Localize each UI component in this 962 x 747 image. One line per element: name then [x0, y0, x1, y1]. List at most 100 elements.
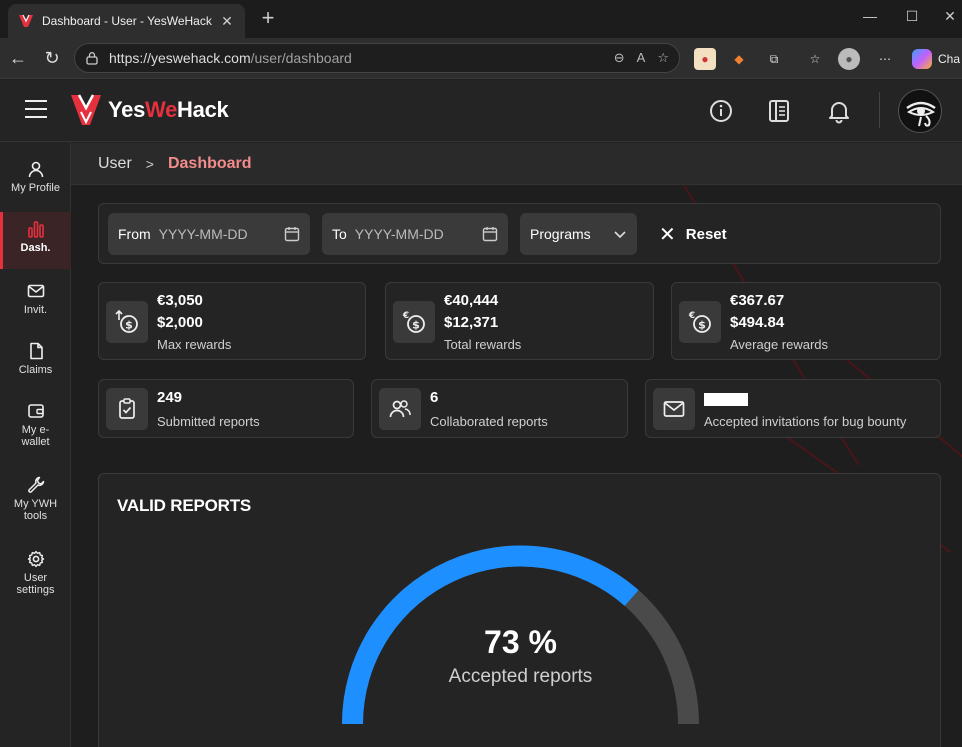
breadcrumb: User > Dashboard: [71, 143, 962, 185]
average-reward-usd: $494.84: [730, 314, 785, 331]
close-icon: ✕: [659, 224, 676, 246]
average-rewards-label: Average rewards: [730, 337, 829, 352]
more-menu-icon[interactable]: ⋯: [874, 48, 896, 70]
total-rewards-label: Total rewards: [444, 337, 522, 352]
user-icon: [28, 161, 43, 178]
submitted-reports-card: 249 Submitted reports: [98, 379, 354, 438]
total-rewards-card: $ € €40,444 $12,371 Total rewards: [385, 282, 654, 360]
sidebar-item-label: My YWH: [13, 498, 58, 510]
collaborated-reports-count: 6: [430, 389, 439, 406]
new-tab-icon[interactable]: +: [256, 6, 280, 30]
favorites-icon[interactable]: ☆: [804, 48, 826, 70]
close-tab-icon[interactable]: ✕: [219, 13, 235, 30]
sidebar-item-claims[interactable]: Claims: [0, 342, 71, 386]
logo-wordmark: YesWeHack: [108, 97, 229, 122]
calendar-icon[interactable]: [284, 226, 300, 242]
browser-tab[interactable]: Dashboard - User - YesWeHack ✕: [8, 4, 245, 38]
zoom-icon[interactable]: ⊖: [614, 50, 625, 66]
money-up-icon: $: [106, 301, 148, 343]
users-icon: [379, 388, 421, 430]
yeswehack-logo[interactable]: YesWeHack: [70, 92, 229, 128]
sidebar-item-label: settings: [16, 584, 55, 596]
programs-select[interactable]: Programs: [520, 213, 637, 255]
browser-toolbar: ← ↻ https://yeswehack.com/user/dashboard…: [0, 38, 962, 79]
back-icon[interactable]: ←: [8, 48, 28, 68]
copilot-button[interactable]: Cha: [912, 48, 962, 70]
sidebar-item-invitations[interactable]: Invit.: [0, 282, 71, 326]
extension-metamask-icon[interactable]: ◆: [728, 48, 750, 70]
accepted-reports-label: Accepted reports: [448, 666, 593, 687]
sidebar-item-my-ywh-tools[interactable]: My YWH tools: [0, 476, 71, 534]
total-reward-usd: $12,371: [444, 314, 499, 331]
clipboard-check-icon: [106, 388, 148, 430]
user-avatar[interactable]: [898, 89, 942, 133]
notifications-bell-icon[interactable]: [826, 98, 852, 124]
dashboard-main: From YYYY-MM-DD To YYYY-MM-DD Programs ✕…: [71, 185, 962, 747]
sidebar-item-label: tools: [23, 510, 48, 522]
wrench-icon: [27, 476, 44, 493]
filter-bar: From YYYY-MM-DD To YYYY-MM-DD Programs ✕…: [98, 203, 941, 264]
reset-button[interactable]: ✕ Reset: [659, 222, 727, 247]
sidebar-item-my-profile[interactable]: My Profile: [0, 160, 71, 206]
sidebar-item-label: My Profile: [11, 182, 60, 194]
collaborated-reports-label: Collaborated reports: [430, 414, 548, 429]
read-aloud-icon[interactable]: A: [637, 50, 646, 66]
header-divider: [879, 92, 880, 128]
submitted-reports-count: 249: [157, 389, 183, 406]
from-date-field[interactable]: From YYYY-MM-DD: [108, 213, 310, 255]
help-info-icon[interactable]: [708, 98, 734, 124]
maximize-icon[interactable]: ☐: [902, 8, 922, 25]
extension-popcorn-icon[interactable]: ●: [694, 48, 716, 70]
favorite-star-icon[interactable]: ☆: [657, 50, 669, 66]
documentation-book-icon[interactable]: [766, 98, 792, 124]
sidebar-nav: My Profile Dash. Invit. Claims My e- wal…: [0, 142, 71, 747]
tab-title: Dashboard - User - YesWeHack: [42, 14, 212, 28]
average-rewards-card: $ € €367.67 $494.84 Average rewards: [671, 282, 941, 360]
bar-chart-icon: [27, 221, 44, 238]
accepted-percent: 73 %: [484, 624, 557, 660]
profile-icon[interactable]: ●: [838, 48, 860, 70]
envelope-icon: [653, 388, 695, 430]
sidebar-item-label: Dash.: [20, 242, 51, 254]
money-average-icon: $ €: [679, 301, 721, 343]
chevron-down-icon: [614, 231, 626, 239]
breadcrumb-user-link[interactable]: User: [98, 155, 132, 173]
copilot-icon: [912, 49, 932, 69]
money-exchange-icon: $ €: [393, 301, 435, 343]
document-icon: [29, 342, 43, 360]
breadcrumb-current: Dashboard: [167, 154, 252, 172]
average-reward-eur: €367.67: [730, 292, 785, 309]
max-rewards-label: Max rewards: [157, 337, 232, 352]
app-header: YesWeHack: [0, 80, 962, 142]
svg-text:€: €: [688, 311, 695, 321]
extensions-puzzle-icon[interactable]: ⧉: [763, 48, 785, 70]
total-reward-eur: €40,444: [444, 292, 499, 309]
envelope-icon: [27, 284, 44, 298]
svg-text:$: $: [412, 319, 420, 332]
sidebar-item-label: Claims: [18, 364, 53, 376]
sidebar-item-label: wallet: [21, 436, 50, 448]
chevron-right-icon: >: [145, 155, 154, 172]
address-bar[interactable]: https://yeswehack.com/user/dashboard ⊖ A…: [74, 43, 680, 73]
sidebar-item-label: Invit.: [23, 304, 48, 316]
sidebar-item-label: My e-: [21, 424, 50, 436]
submitted-reports-label: Submitted reports: [157, 414, 260, 429]
accepted-invitations-card: Accepted invitations for bug bounty: [645, 379, 941, 438]
sidebar-item-dashboard[interactable]: Dash.: [0, 212, 71, 269]
browser-tab-strip: Dashboard - User - YesWeHack ✕ + — ☐ ✕: [0, 0, 962, 38]
menu-hamburger-icon[interactable]: [25, 100, 47, 118]
gear-icon: [27, 550, 44, 568]
max-reward-usd: $2,000: [157, 314, 203, 331]
sidebar-item-my-ewallet[interactable]: My e- wallet: [0, 402, 71, 460]
close-window-icon[interactable]: ✕: [940, 8, 960, 25]
reload-icon[interactable]: ↻: [42, 48, 62, 68]
lock-icon: [86, 52, 98, 65]
minimize-icon[interactable]: —: [860, 8, 880, 24]
sidebar-item-user-settings[interactable]: User settings: [0, 550, 71, 608]
accepted-invitations-label: Accepted invitations for bug bounty: [704, 414, 907, 429]
calendar-icon[interactable]: [482, 226, 498, 242]
to-date-field[interactable]: To YYYY-MM-DD: [322, 213, 508, 255]
svg-text:€: €: [402, 311, 409, 321]
svg-text:$: $: [698, 319, 706, 332]
redacted-invitations-count: [704, 393, 748, 406]
